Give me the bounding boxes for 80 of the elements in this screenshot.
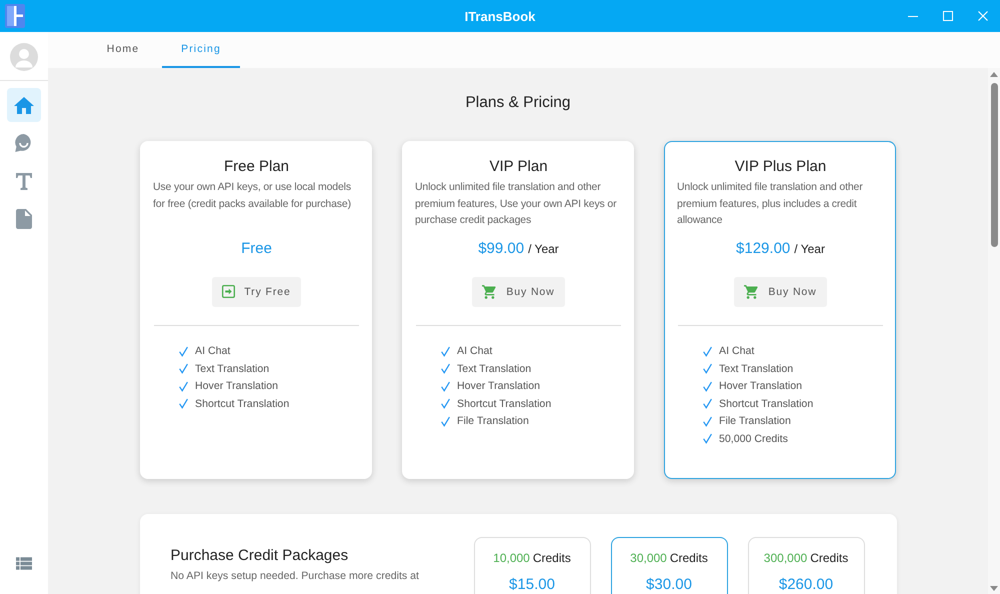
check-icon: [441, 346, 450, 357]
sidebar-item[interactable]: [7, 88, 41, 122]
plan-title: VIP Plus Plan: [734, 157, 828, 177]
plan-price: $129.00: [736, 238, 790, 258]
credit-package[interactable]: 300,000 Credits $260.00: [748, 537, 864, 594]
plan-description: Unlock unlimited file translation and other premium features, plus includes a credit allowance: [677, 180, 864, 228]
check-icon: [179, 363, 188, 374]
scroll-up-icon[interactable]: [990, 72, 998, 77]
credit-amount: 300,000: [764, 550, 808, 566]
plan-description: Use your own API keys, or use local models for free (credit packs available for purchase): [153, 180, 352, 212]
text-format-icon: [16, 172, 32, 190]
app-logo-icon: [5, 4, 25, 28]
check-icon: [179, 398, 188, 410]
feature-label: AI Chat: [195, 345, 230, 358]
check-icon: [703, 380, 712, 392]
check-icon: [441, 363, 450, 374]
buy-now-button[interactable]: Buy Now: [472, 276, 565, 306]
scrollbar-thumb[interactable]: [990, 83, 998, 247]
check-icon: [703, 433, 712, 444]
credit-amount: 30,000: [630, 550, 667, 566]
feature-label: Text Translation: [457, 362, 532, 375]
package-price: $15.00: [509, 576, 555, 594]
price-period: / Year: [794, 242, 825, 256]
check-icon: [703, 363, 712, 374]
feature-label: Shortcut Translation: [457, 398, 552, 410]
scroll-down-icon[interactable]: [990, 586, 998, 591]
plan-price: $99.00: [478, 238, 524, 258]
credit-amount: 10,000: [493, 550, 530, 566]
window-title: ITransBook: [464, 8, 536, 24]
check-icon: [179, 346, 188, 357]
maximize-icon: [942, 11, 952, 21]
check-icon: [441, 416, 450, 427]
credit-package[interactable]: 30,000 Credits $30.00: [610, 537, 728, 594]
plan-title: VIP Plan: [488, 157, 549, 177]
plan-description: Unlock unlimited file translation and other premium features, Use your own API keys or purchase credit packages: [415, 180, 618, 228]
check-icon: [441, 398, 450, 410]
section-description: No API keys setup needed. Purchase more credits at: [170, 569, 420, 584]
try-free-button[interactable]: Try Free: [212, 276, 301, 306]
home-icon: [14, 96, 34, 114]
arrow-box-icon: [222, 285, 236, 298]
feature-label: AI Chat: [457, 345, 492, 358]
feature-label: Text Translation: [719, 362, 794, 375]
plan-title: Free Plan: [222, 157, 290, 177]
check-icon: [703, 416, 712, 427]
cart-icon: [482, 284, 498, 298]
feature-label: AI Chat: [719, 345, 754, 358]
price-period: / Year: [528, 242, 559, 256]
package-price: $260.00: [778, 576, 834, 594]
check-icon: [703, 398, 712, 410]
feature-label: Text Translation: [195, 362, 270, 375]
plan-price: Free: [241, 238, 272, 258]
feature-label: File Translation: [719, 415, 791, 428]
package-price: $30.00: [646, 576, 692, 594]
scrollbar[interactable]: [988, 68, 1000, 594]
plan-card[interactable]: [664, 141, 896, 479]
check-icon: [179, 380, 188, 392]
feature-label: 50,000 Credits: [719, 432, 788, 445]
cart-icon: [744, 284, 760, 298]
page-heading: Plans & Pricing: [465, 93, 571, 113]
file-icon: [16, 209, 32, 229]
credit-unit: Credits: [810, 550, 848, 566]
buy-now-button[interactable]: Buy Now: [734, 276, 827, 306]
tab[interactable]: Home: [84, 32, 162, 68]
close-icon: [978, 11, 988, 21]
check-icon: [703, 346, 712, 357]
plan-card[interactable]: Free Plan Use your own API keys, or use local models for free (credit packs available for purchase) Free Try Free AI Chat Text Translation Hover Translation Shortcut Translation: [140, 141, 372, 479]
list-icon[interactable]: [16, 557, 32, 570]
feature-label: Shortcut Translation: [719, 398, 814, 410]
feature-label: Hover Translation: [457, 380, 540, 392]
chat-icon: [15, 134, 33, 152]
feature-label: Hover Translation: [719, 380, 802, 392]
plan-card[interactable]: [402, 141, 634, 479]
feature-label: Shortcut Translation: [195, 398, 290, 410]
feature-label: File Translation: [457, 415, 529, 428]
credit-package[interactable]: 10,000 Credits $15.00: [474, 537, 590, 594]
credit-unit: Credits: [670, 550, 708, 566]
credit-unit: Credits: [532, 550, 571, 566]
feature-label: Hover Translation: [195, 380, 278, 392]
section-title: Purchase Credit Packages: [170, 547, 350, 565]
check-icon: [441, 380, 450, 392]
